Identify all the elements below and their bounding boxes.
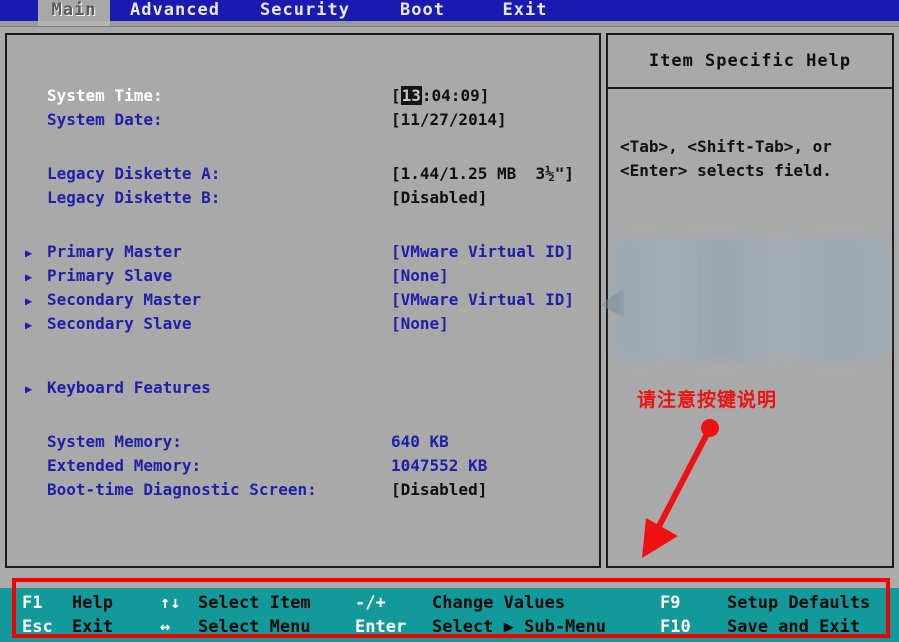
settings-row-label: System Memory: — [47, 430, 182, 454]
menu-tab-exit[interactable]: Exit — [475, 0, 575, 21]
menu-bar-underline — [0, 21, 899, 27]
settings-row[interactable]: ▶Secondary Master [VMware Virtual ID] — [25, 288, 585, 312]
settings-row-label: Primary Slave — [47, 264, 172, 288]
annotation-text: 请注意按键说明 — [637, 385, 777, 412]
settings-row-value[interactable]: [None] — [391, 264, 449, 288]
help-panel-title-box: Item Specific Help — [608, 35, 892, 89]
settings-row-value[interactable]: [Disabled] — [391, 478, 487, 502]
settings-row-value[interactable]: [1.44/1.25 MB 3½"] — [391, 162, 574, 186]
bios-setup-screen: MainAdvancedSecurityBootExit System Time… — [0, 0, 899, 642]
settings-row-value[interactable]: [VMware Virtual ID] — [391, 240, 574, 264]
submenu-triangle-icon: ▶ — [25, 289, 47, 313]
main-settings-panel: System Time: [13:04:09] System Date: [11/27… — [5, 33, 601, 568]
settings-row-label: Primary Master — [47, 240, 182, 264]
settings-row[interactable]: ▶Keyboard Features — [25, 376, 585, 400]
settings-row-value[interactable]: [13:04:09] — [391, 84, 489, 108]
settings-row-value[interactable]: 640 KB — [391, 430, 449, 454]
submenu-triangle-icon: ▶ — [25, 241, 47, 265]
settings-row[interactable]: Legacy Diskette B: [Disabled] — [25, 186, 585, 210]
settings-row-label: System Time: — [47, 84, 163, 108]
menu-bar-left-spacer — [0, 0, 38, 21]
value-edit-cursor[interactable]: 13 — [401, 86, 422, 105]
submenu-triangle-icon: ▶ — [25, 265, 47, 289]
settings-row[interactable]: Legacy Diskette A: [1.44/1.25 MB 3½"] — [25, 162, 585, 186]
settings-row-label: Extended Memory: — [47, 454, 201, 478]
settings-row-label: System Date: — [47, 108, 163, 132]
settings-row[interactable]: System Date: [11/27/2014] — [25, 108, 585, 132]
settings-row-value[interactable]: [Disabled] — [391, 186, 487, 210]
help-panel-body: <Tab>, <Shift-Tab>, or<Enter> selects fi… — [608, 89, 892, 183]
menu-bar: MainAdvancedSecurityBootExit — [0, 0, 899, 21]
settings-row-label: Secondary Master — [47, 288, 201, 312]
settings-row-list: System Time: [13:04:09] System Date: [11/27… — [7, 35, 599, 566]
settings-row[interactable]: System Memory: 640 KB — [25, 430, 585, 454]
settings-row-label: Secondary Slave — [47, 312, 192, 336]
submenu-triangle-icon: ▶ — [25, 377, 47, 401]
active-tab-connector — [38, 21, 110, 26]
settings-row[interactable]: ▶Primary Slave [None] — [25, 264, 585, 288]
menu-tab-boot[interactable]: Boot — [370, 0, 475, 21]
settings-row[interactable]: Extended Memory: 1047552 KB — [25, 454, 585, 478]
settings-row-value[interactable]: [VMware Virtual ID] — [391, 288, 574, 312]
submenu-triangle-icon: ▶ — [25, 313, 47, 337]
settings-row-value[interactable]: [None] — [391, 312, 449, 336]
settings-row-value[interactable]: [11/27/2014] — [391, 108, 507, 132]
menu-tab-main[interactable]: Main — [38, 0, 110, 21]
item-specific-help-panel: Item Specific Help <Tab>, <Shift-Tab>, o… — [606, 33, 894, 568]
settings-row[interactable]: System Time: [13:04:09] — [25, 84, 585, 108]
key-help-bar-red-outline — [12, 578, 890, 638]
settings-row[interactable]: ▶Secondary Slave [None] — [25, 312, 585, 336]
menu-tab-security[interactable]: Security — [240, 0, 370, 21]
settings-row-label: Keyboard Features — [47, 376, 211, 400]
settings-row[interactable]: ▶Primary Master [VMware Virtual ID] — [25, 240, 585, 264]
settings-row-label: Legacy Diskette B: — [47, 186, 220, 210]
settings-row-value[interactable]: 1047552 KB — [391, 454, 487, 478]
menu-tab-advanced[interactable]: Advanced — [110, 0, 240, 21]
settings-row-label: Boot-time Diagnostic Screen: — [47, 478, 317, 502]
help-panel-title: Item Specific Help — [649, 51, 851, 71]
help-text-line: <Enter> selects field. — [620, 159, 880, 183]
settings-row-label: Legacy Diskette A: — [47, 162, 220, 186]
settings-row[interactable]: Boot-time Diagnostic Screen: [Disabled] — [25, 478, 585, 502]
help-text-line: <Tab>, <Shift-Tab>, or — [620, 135, 880, 159]
